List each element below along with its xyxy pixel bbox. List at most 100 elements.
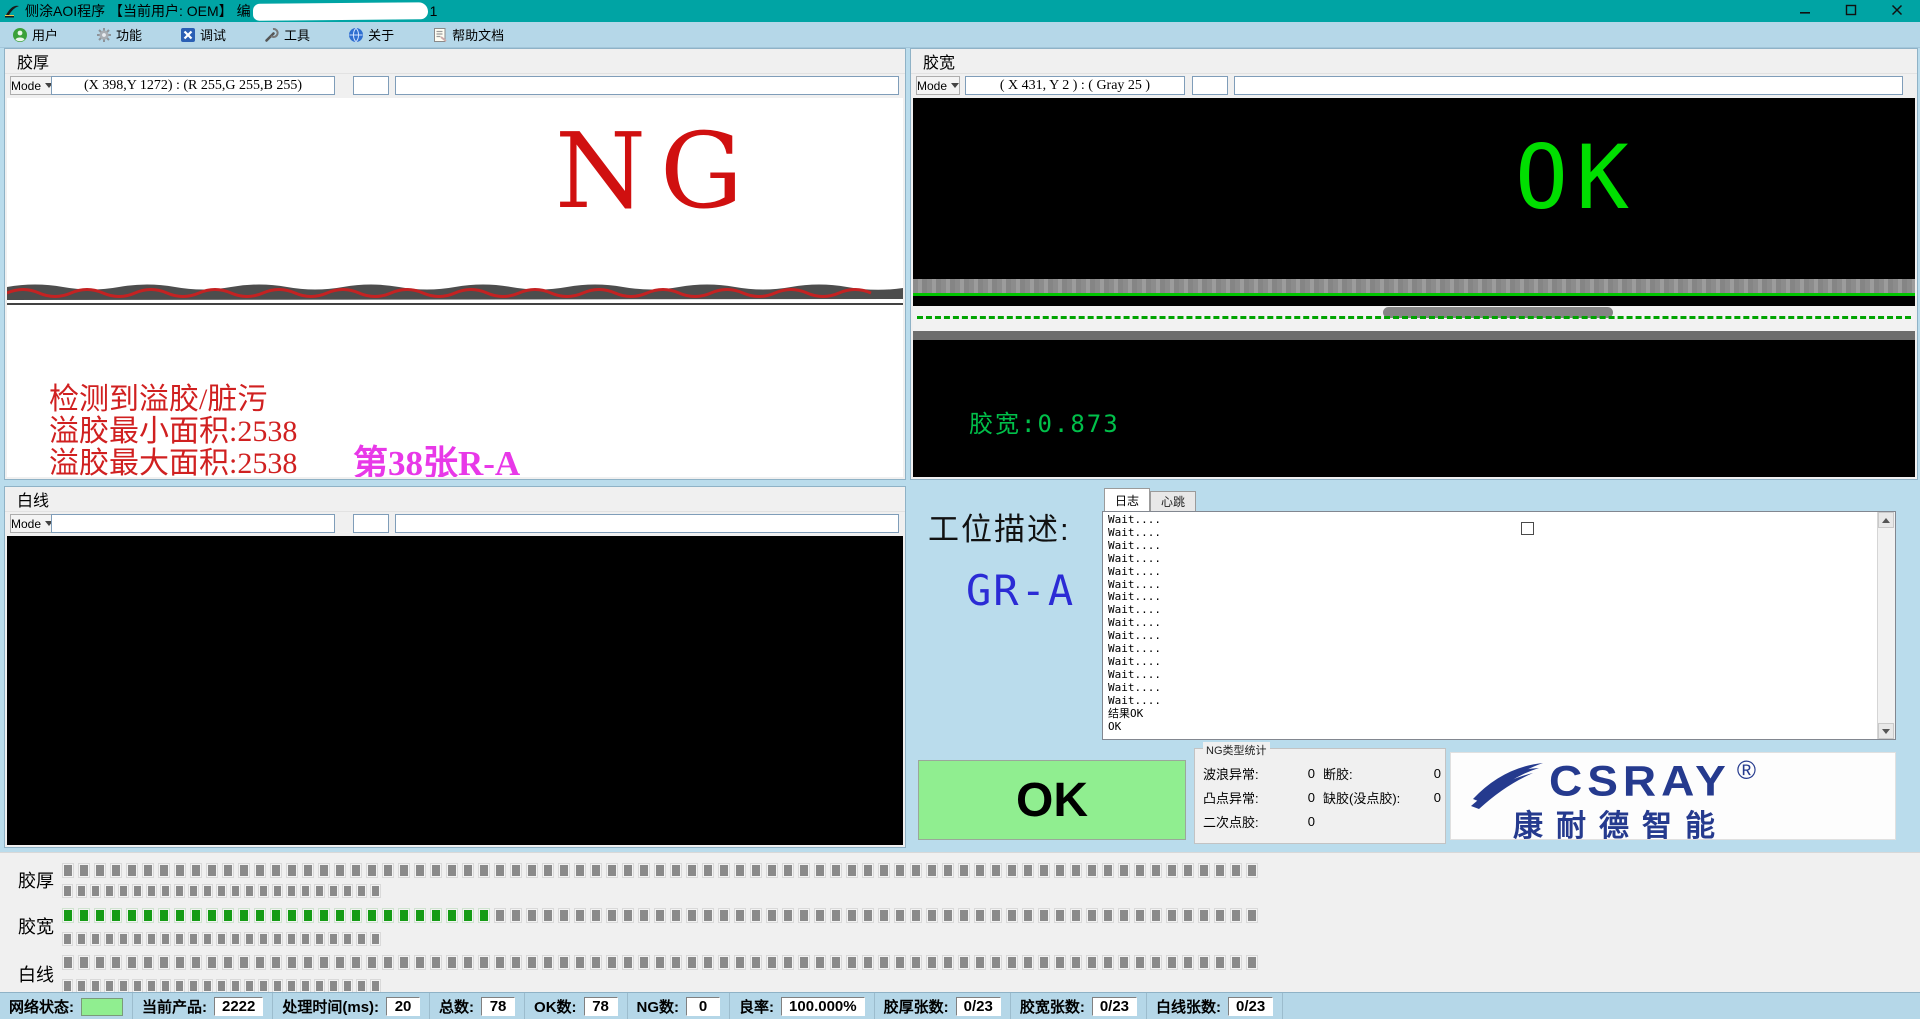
progress-cell bbox=[300, 979, 311, 993]
status-label: NG数: bbox=[637, 996, 680, 1017]
toolbar-box-long[interactable] bbox=[1234, 76, 1903, 95]
log-line: Wait.... bbox=[1108, 553, 1891, 566]
status-bar: 网络状态:当前产品:2222处理时间(ms):20总数:78OK数:78NG数:… bbox=[0, 992, 1920, 1019]
progress-cell bbox=[230, 884, 241, 898]
progress-cell bbox=[366, 955, 378, 970]
progress-cell bbox=[202, 979, 213, 993]
toolbar-box-long[interactable] bbox=[395, 514, 899, 533]
progress-cell bbox=[814, 863, 826, 878]
toolbar-box-long[interactable] bbox=[395, 76, 899, 95]
title-bar: 侧涂AOI程序 【当前用户: OEM】 编1 bbox=[0, 0, 1920, 22]
log-tab-心跳[interactable]: 心跳 bbox=[1150, 491, 1196, 511]
progress-cell bbox=[110, 863, 122, 878]
progress-cell bbox=[430, 863, 442, 878]
progress-cell bbox=[118, 932, 129, 946]
overall-result-button[interactable]: OK bbox=[918, 760, 1186, 840]
menu-item-label: 工具 bbox=[284, 25, 310, 44]
toolbar-box-small[interactable] bbox=[1192, 76, 1228, 95]
mode-dropdown[interactable]: Mode bbox=[10, 76, 54, 95]
progress-cell bbox=[334, 955, 346, 970]
progress-cell bbox=[846, 908, 858, 923]
log-line: Wait.... bbox=[1108, 514, 1891, 527]
panel-white-line-title: 白线 bbox=[5, 487, 905, 512]
progress-cell bbox=[158, 955, 170, 970]
mode-dropdown[interactable]: Mode bbox=[916, 76, 960, 95]
menu-item-功能[interactable]: 功能 bbox=[88, 23, 150, 46]
progress-cell bbox=[398, 863, 410, 878]
toolbar-box-small[interactable] bbox=[353, 514, 389, 533]
progress-cell-filled bbox=[334, 908, 346, 923]
log-scrollbar[interactable] bbox=[1877, 512, 1895, 739]
progress-cell bbox=[542, 863, 554, 878]
white-line-image[interactable] bbox=[7, 536, 903, 845]
progress-cell bbox=[654, 863, 666, 878]
progress-cell bbox=[574, 863, 586, 878]
progress-cell bbox=[1134, 863, 1146, 878]
glue-width-measure: 胶宽:0.873 bbox=[969, 404, 1120, 439]
ng-stats-grid: 波浪异常:0断胶:0凸点异常:0缺胶(没点胶):0二次点胶:0 bbox=[1203, 761, 1445, 833]
status-item: 处理时间(ms):20 bbox=[273, 993, 430, 1019]
progress-cell bbox=[118, 884, 129, 898]
progress-cell bbox=[62, 863, 74, 878]
mode-label: Mode bbox=[11, 517, 41, 531]
progress-cell-filled bbox=[158, 908, 170, 923]
glue-width-image[interactable]: OK 胶宽:0.873 bbox=[913, 98, 1915, 477]
toolbar-box-small[interactable] bbox=[353, 76, 389, 95]
scroll-down-button[interactable] bbox=[1878, 723, 1894, 739]
menu-item-关于[interactable]: 关于 bbox=[340, 23, 402, 46]
progress-cell bbox=[1022, 908, 1034, 923]
log-line: Wait.... bbox=[1108, 591, 1891, 604]
progress-cell bbox=[222, 955, 234, 970]
menu-item-用户[interactable]: 用户 bbox=[4, 23, 66, 46]
about-icon bbox=[348, 27, 364, 43]
panel-glue-width-toolbar: Mode ( X 431, Y 2 ) : ( Gray 25 ) bbox=[911, 74, 1917, 98]
progress-cell bbox=[734, 908, 746, 923]
progress-cell bbox=[62, 955, 74, 970]
close-button[interactable] bbox=[1874, 0, 1920, 22]
progress-cell bbox=[142, 955, 154, 970]
progress-cell bbox=[146, 979, 157, 993]
glue-thickness-image[interactable]: NG 检测到溢胶/脏污溢胶最小面积:2538溢胶最大面积:2538 第38张R-… bbox=[7, 98, 903, 477]
scroll-up-button[interactable] bbox=[1878, 512, 1894, 528]
brand-subtitle: 康耐德智能 bbox=[1513, 801, 1728, 840]
progress-cell bbox=[90, 932, 101, 946]
log-checkbox[interactable] bbox=[1521, 522, 1534, 535]
progress-cell bbox=[862, 955, 874, 970]
progress-cell bbox=[132, 932, 143, 946]
log-line: Wait.... bbox=[1108, 630, 1891, 643]
progress-cell bbox=[160, 932, 171, 946]
panel-white-line-toolbar: Mode bbox=[5, 512, 905, 536]
pixel-readout[interactable] bbox=[51, 514, 335, 533]
progress-cell bbox=[206, 863, 218, 878]
maximize-button[interactable] bbox=[1828, 0, 1874, 22]
close-icon bbox=[1891, 4, 1903, 19]
progress-cell-filled bbox=[206, 908, 218, 923]
progress-cell bbox=[974, 908, 986, 923]
progress-cell bbox=[244, 932, 255, 946]
progress-cell bbox=[734, 955, 746, 970]
menu-item-工具[interactable]: 工具 bbox=[256, 23, 318, 46]
log-line: Wait.... bbox=[1108, 617, 1891, 630]
pixel-readout[interactable]: (X 398,Y 1272) : (R 255,G 255,B 255) bbox=[51, 76, 335, 95]
menu-item-调试[interactable]: 调试 bbox=[172, 23, 234, 46]
progress-cell-filled bbox=[238, 908, 250, 923]
log-line: Wait.... bbox=[1108, 669, 1891, 682]
progress-cell bbox=[590, 863, 602, 878]
progress-cell bbox=[188, 884, 199, 898]
menu-item-帮助文档[interactable]: 帮助文档 bbox=[424, 23, 512, 46]
registered-mark: ® bbox=[1737, 759, 1756, 781]
pixel-readout[interactable]: ( X 431, Y 2 ) : ( Gray 25 ) bbox=[965, 76, 1185, 95]
progress-cell bbox=[510, 908, 522, 923]
log-list[interactable]: Wait....Wait....Wait....Wait....Wait....… bbox=[1102, 511, 1896, 740]
minimize-button[interactable] bbox=[1782, 0, 1828, 22]
ng-stat-value: 0 bbox=[1308, 766, 1319, 781]
progress-cell bbox=[622, 863, 634, 878]
progress-cell-filled bbox=[110, 908, 122, 923]
log-tab-日志[interactable]: 日志 bbox=[1104, 488, 1150, 511]
camera-strip-gray bbox=[913, 279, 1915, 294]
progress-cell bbox=[782, 908, 794, 923]
mode-dropdown[interactable]: Mode bbox=[10, 514, 54, 533]
frame-overlay-text: 第38张R-A bbox=[353, 435, 520, 477]
progress-cell-filled bbox=[366, 908, 378, 923]
progress-cell bbox=[370, 979, 381, 993]
